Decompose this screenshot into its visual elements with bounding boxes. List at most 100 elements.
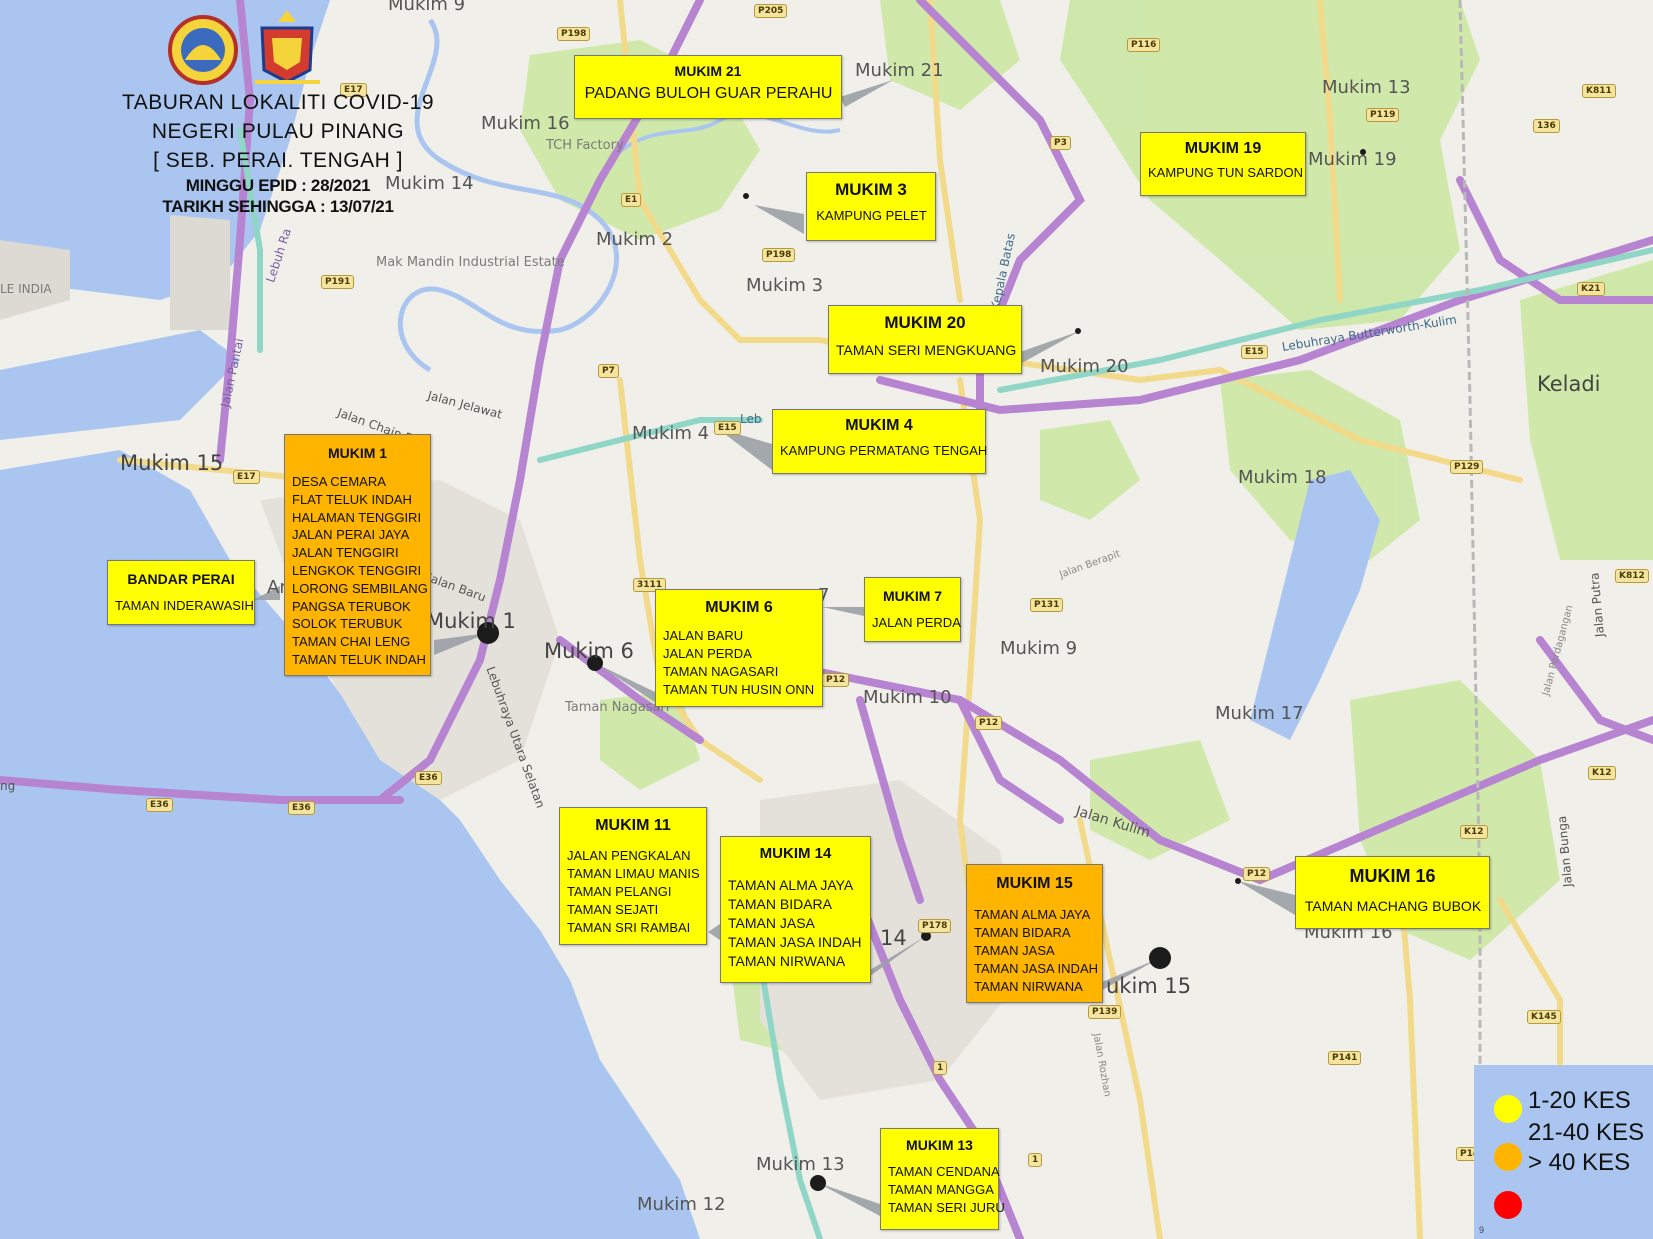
locality-item: KAMPUNG PELET [816, 208, 927, 223]
map-label-mukim-9-top: Mukim 9 [388, 0, 466, 15]
locality-item: DESA CEMARA [292, 474, 386, 489]
route-shield: E36 [146, 798, 173, 812]
callout-title: MUKIM 13 [906, 1137, 973, 1153]
locality-item: TAMAN CHAI LENG [292, 634, 411, 650]
locality-item: LENGKOK TENGGIRI [292, 562, 422, 578]
district-council-emblem [168, 15, 238, 85]
callout-mukim-6: MUKIM 6 JALAN BARU JALAN PERDA TAMAN NAG… [655, 589, 823, 707]
route-shield: P198 [557, 27, 591, 41]
locality-item: JALAN PERDA [663, 646, 752, 661]
locality-item: TAMAN LIMAU MANIS [567, 866, 700, 881]
title-line-2: NEGERI PULAU PINANG [151, 120, 405, 143]
route-shield: P205 [754, 4, 788, 18]
legend-swatch-over-40 [1494, 1191, 1522, 1219]
map-label-le-india: LE INDIA [0, 282, 52, 296]
locality-item: JALAN PERDA [872, 615, 961, 630]
route-shield: P178 [918, 919, 952, 933]
route-shield: P12 [1243, 867, 1271, 881]
locality-item: PADANG BULOH GUAR PERAHU [584, 85, 833, 102]
locality-item: LORONG SEMBILANG [292, 580, 428, 596]
locality-item: JALAN TENGGIRI [292, 545, 399, 561]
callout-mukim-20: MUKIM 20 TAMAN SERI MENGKUANG [828, 305, 1022, 374]
locality-item: TAMAN BIDARA [728, 896, 832, 912]
title-line-3: [ SEB. PERAI. TENGAH ] [153, 149, 403, 172]
map-label-keladi: Keladi [1537, 372, 1601, 396]
map-label-mukim-18: Mukim 18 [1238, 467, 1327, 488]
map-label-mukim-20: Mukim 20 [1040, 356, 1129, 377]
route-shield: P191 [321, 275, 355, 289]
map-label-mak-mandin: Mak Mandin Industrial Estate [376, 255, 565, 270]
route-shield: 1 [1028, 1153, 1043, 1167]
route-shield: P119 [1366, 108, 1400, 122]
road-label-leb-fragment: Leb [740, 412, 762, 426]
locality-item: HALAMAN TENGGIRI [292, 509, 422, 525]
map-label-mukim-1: Mukim 1 [426, 609, 516, 633]
route-shield: 1 [933, 1061, 948, 1075]
map-label-mukim-17: Mukim 17 [1215, 703, 1304, 724]
map-label-mukim-15-east: ukim 15 [1106, 974, 1192, 998]
route-shield: K811 [1582, 84, 1616, 98]
map-label-mukim-21: Mukim 21 [855, 60, 944, 81]
legend-swatch-21-40 [1494, 1143, 1522, 1171]
locality-item: TAMAN TELUK INDAH [292, 651, 426, 667]
callout-mukim-7: MUKIM 7 JALAN PERDA [864, 577, 961, 642]
locality-item: TAMAN BIDARA [974, 925, 1071, 940]
locality-item: SOLOK TERUBUK [292, 616, 403, 632]
map-label-taman-nagasari: Taman Nagasari [565, 700, 670, 715]
map-label-mukim-13: Mukim 13 [756, 1154, 845, 1175]
locality-item: TAMAN SERI JURU [888, 1200, 1005, 1215]
locality-item: TAMAN SERI MENGKUANG [836, 342, 1017, 358]
callout-mukim-15: MUKIM 15 TAMAN ALMA JAYA TAMAN BIDARA TA… [966, 864, 1103, 1003]
locality-item: TAMAN NAGASARI [663, 664, 779, 679]
locality-item: TAMAN MACHANG BUBOK [1304, 898, 1482, 914]
locality-item: TAMAN ALMA JAYA [974, 907, 1091, 922]
locality-item: JALAN BARU [663, 628, 744, 643]
locality-item: TAMAN INDERAWASIH [115, 598, 254, 613]
locality-item: TAMAN ALMA JAYA [728, 877, 854, 893]
route-shield: P12 [975, 716, 1003, 730]
map-label-mukim-19: Mukim 19 [1308, 149, 1397, 170]
callout-mukim-1: MUKIM 1 DESA CEMARA FLAT TELUK INDAH HAL… [284, 434, 431, 676]
callout-title: MUKIM 1 [327, 445, 388, 461]
route-shield: 136 [1533, 119, 1560, 133]
locality-item: JALAN PERAI JAYA [292, 527, 410, 543]
route-shield: E36 [415, 771, 442, 785]
route-shield: P116 [1127, 38, 1161, 52]
map-label-tch-factory: TCH Factory [546, 138, 624, 153]
locality-item: TAMAN MANGGA [888, 1182, 994, 1197]
locality-item: JALAN PENGKALAN [567, 848, 691, 863]
map-label-mukim-4: Mukim 4 [632, 423, 710, 444]
callout-title: MUKIM 20 [884, 313, 966, 332]
road-label-ng: ng [0, 779, 16, 793]
route-shield: P3 [1050, 136, 1071, 150]
route-shield: P131 [1030, 598, 1064, 612]
locality-item: KAMPUNG TUN SARDON [1148, 165, 1304, 180]
map-label-mukim-9: Mukim 9 [1000, 638, 1078, 659]
callout-title: MUKIM 11 [595, 817, 671, 834]
callout-title: MUKIM 14 [759, 845, 832, 862]
callout-title: MUKIM 15 [996, 875, 1073, 892]
callout-title: MUKIM 21 [674, 63, 742, 79]
map-label-mukim-10: Mukim 10 [863, 687, 952, 708]
callout-title: MUKIM 16 [1349, 866, 1436, 886]
callout-mukim-16: MUKIM 16 TAMAN MACHANG BUBOK [1295, 856, 1490, 929]
locality-item: TAMAN CENDANA [888, 1164, 1000, 1179]
epid-week: MINGGU EPID : 28/2021 [185, 176, 371, 195]
locality-item: TAMAN NIRWANA [728, 953, 846, 969]
map-label-mukim-14-south: 14 [880, 926, 907, 950]
locality-item: TAMAN JASA [974, 943, 1055, 958]
locality-item: TAMAN JASA INDAH [974, 961, 1099, 976]
locality-item: TAMAN JASA INDAH [728, 934, 862, 950]
callout-title: MUKIM 19 [1184, 140, 1262, 157]
map-title-block: TABURAN LOKALITI COVID-19 NEGERI PULAU P… [96, 88, 460, 217]
route-shield: P12 [822, 673, 850, 687]
callout-mukim-3: MUKIM 3 KAMPUNG PELET [806, 172, 936, 241]
title-line-1: TABURAN LOKALITI COVID-19 [121, 91, 435, 114]
map-label-mukim-13-top: Mukim 13 [1322, 77, 1411, 98]
route-shield: P139 [1088, 1005, 1122, 1019]
route-shield: K812 [1615, 569, 1649, 583]
callout-mukim-19: MUKIM 19 KAMPUNG TUN SARDON [1140, 132, 1306, 196]
locality-item: TAMAN PELANGI [567, 884, 672, 899]
locality-item: KAMPUNG PERMATANG TENGAH [780, 443, 988, 458]
route-shield: P7 [598, 364, 619, 378]
